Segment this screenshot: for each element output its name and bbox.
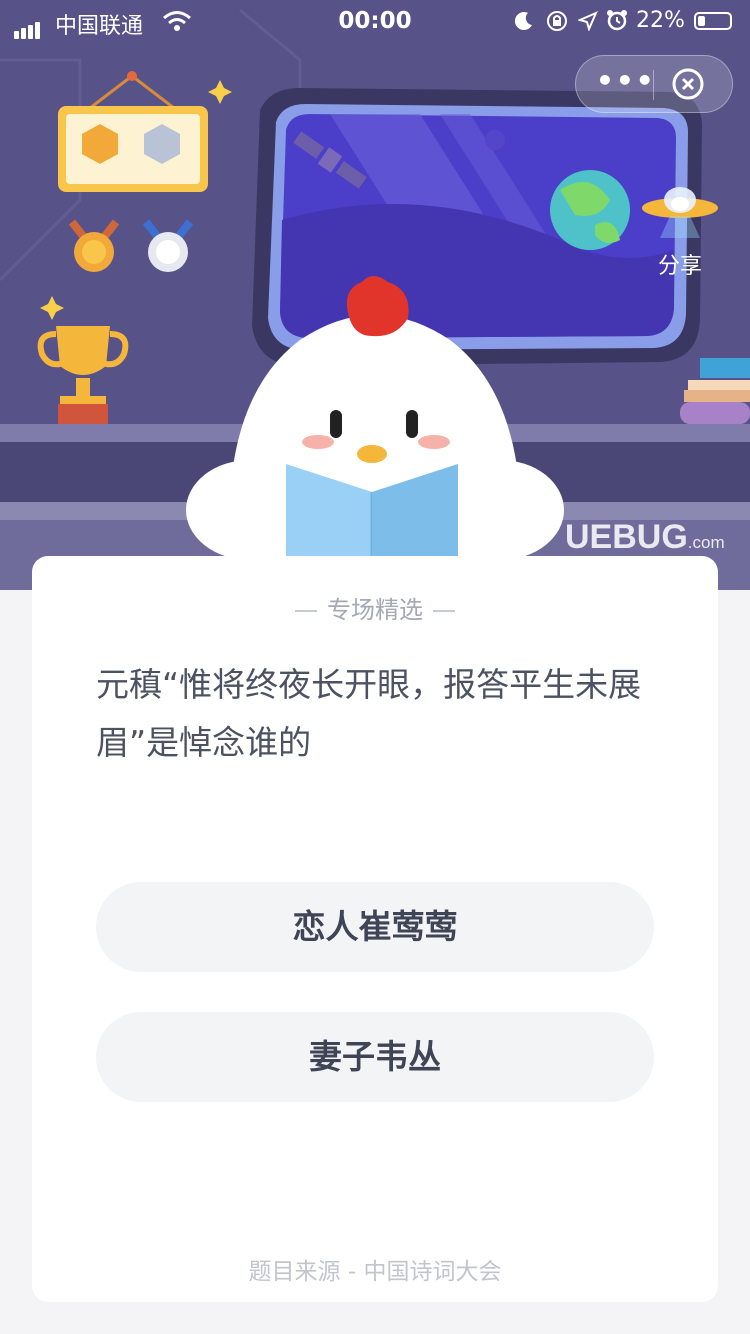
section-label: 专场精选 (327, 596, 423, 624)
more-dots-icon[interactable]: ••• (596, 67, 654, 98)
location-arrow-icon (578, 11, 598, 31)
moon-icon (514, 12, 532, 31)
battery-icon (694, 12, 732, 30)
share-button[interactable]: 分享 (640, 178, 720, 279)
ufo-share-icon (642, 187, 718, 238)
question-source: 题目来源 - 中国诗词大会 (248, 1259, 502, 1285)
left-dash (295, 610, 317, 612)
battery-level-fill (698, 16, 705, 26)
battery-percent: 22% (636, 8, 685, 33)
rotation-lock-icon (547, 11, 567, 31)
question-card: 专场精选 元稹“惟将终夜长开眼，报答平生未展眉”是悼念谁的 恋人崔莺莺 妻子韦丛… (32, 556, 718, 1302)
section-tag: 专场精选 (32, 590, 718, 625)
watermark-suffix: .com (687, 533, 725, 552)
watermark-brand: UEBUG (565, 518, 688, 556)
alarm-icon (607, 10, 627, 31)
question-text: 元稹“惟将终夜长开眼，报答平生未展眉”是悼念谁的 (96, 665, 642, 762)
capsule-divider (653, 70, 654, 100)
answer-option-2[interactable]: 妻子韦丛 (96, 1012, 654, 1102)
close-circle-icon[interactable] (671, 67, 705, 101)
share-label: 分享 (657, 254, 702, 279)
answer-option-1[interactable]: 恋人崔莺莺 (96, 882, 654, 972)
watermark-logo: UEBUG.com (565, 518, 725, 557)
mini-program-capsule: ••• (575, 55, 733, 113)
right-dash (433, 610, 455, 612)
porthole-window (252, 88, 702, 366)
header-illustration: 中国联通 00:00 22% ••• 分享 (0, 0, 750, 590)
status-bar: 中国联通 00:00 22% (0, 0, 750, 42)
